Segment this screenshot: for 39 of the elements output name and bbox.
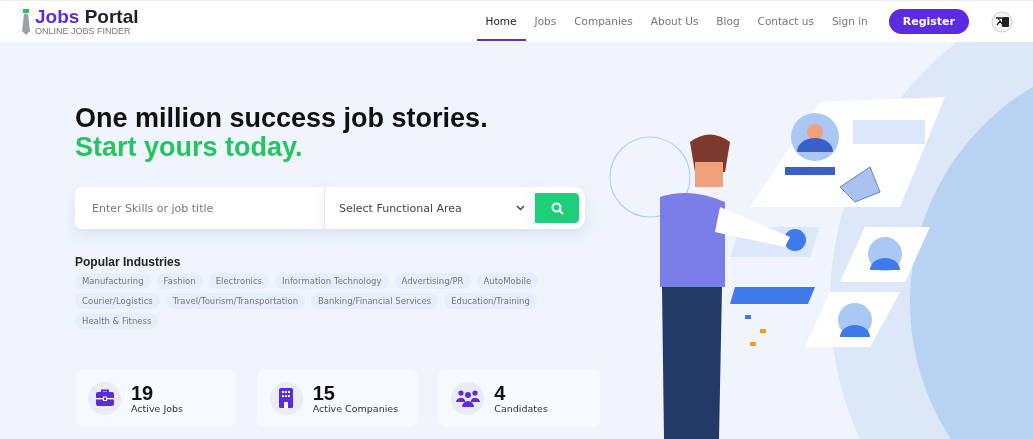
nav-link[interactable]: About Us <box>641 2 708 41</box>
industry-tag[interactable]: Travel/Tourism/Transportation <box>165 293 306 309</box>
headline-accent: Start yours today. <box>75 133 304 162</box>
nav-link[interactable]: Contact us <box>748 2 823 41</box>
nav-link[interactable]: Companies <box>565 2 642 41</box>
industry-tag[interactable]: Information Technology <box>275 273 389 289</box>
tie-icon <box>20 8 32 35</box>
people-icon <box>455 389 480 407</box>
industry-tag[interactable]: AutoMobile <box>476 273 539 289</box>
stat-label: Active Companies <box>312 402 399 414</box>
stat-value: 4 <box>494 382 507 403</box>
nav-link[interactable]: Home <box>476 2 526 41</box>
stat-label: Active Jobs <box>131 402 183 414</box>
translate-icon[interactable] <box>991 10 1013 33</box>
logo-name[interactable]: Jobs Portal <box>35 7 139 26</box>
stat-value: 19 <box>131 382 155 403</box>
nav-link[interactable]: Blog <box>707 2 749 41</box>
headline: One million success job stories. <box>75 104 489 133</box>
register-button[interactable]: Register <box>888 9 969 34</box>
stat-label: Candidates <box>494 402 548 414</box>
nav-link[interactable]: Sign in <box>822 2 877 41</box>
logo-tagline: ONLINE JOBS FINDER <box>35 25 132 36</box>
skills-field[interactable]: Enter Skills or job title <box>75 187 325 229</box>
section-title: Popular Industries <box>75 255 182 269</box>
industry-tag[interactable]: Banking/Financial Services <box>311 293 439 309</box>
stat-value: 15 <box>312 382 336 403</box>
chevron-down-icon <box>516 205 525 211</box>
industry-tag[interactable]: Electronics <box>208 273 269 289</box>
briefcase-icon <box>94 389 115 407</box>
industry-tag[interactable]: Advertising/PR <box>394 273 471 289</box>
nav-link[interactable]: Jobs <box>525 2 566 41</box>
industry-tag[interactable]: Fashion <box>156 273 203 289</box>
industry-tag[interactable]: Health & Fitness <box>75 313 159 329</box>
industry-tag[interactable]: Manufacturing <box>75 273 151 289</box>
functional-area-select[interactable]: Select Functional Area <box>325 187 535 229</box>
search-icon <box>550 201 564 215</box>
industry-tag[interactable]: Education/Training <box>444 293 537 309</box>
industry-tag[interactable]: Courier/Logistics <box>75 293 160 309</box>
building-icon <box>279 388 294 408</box>
